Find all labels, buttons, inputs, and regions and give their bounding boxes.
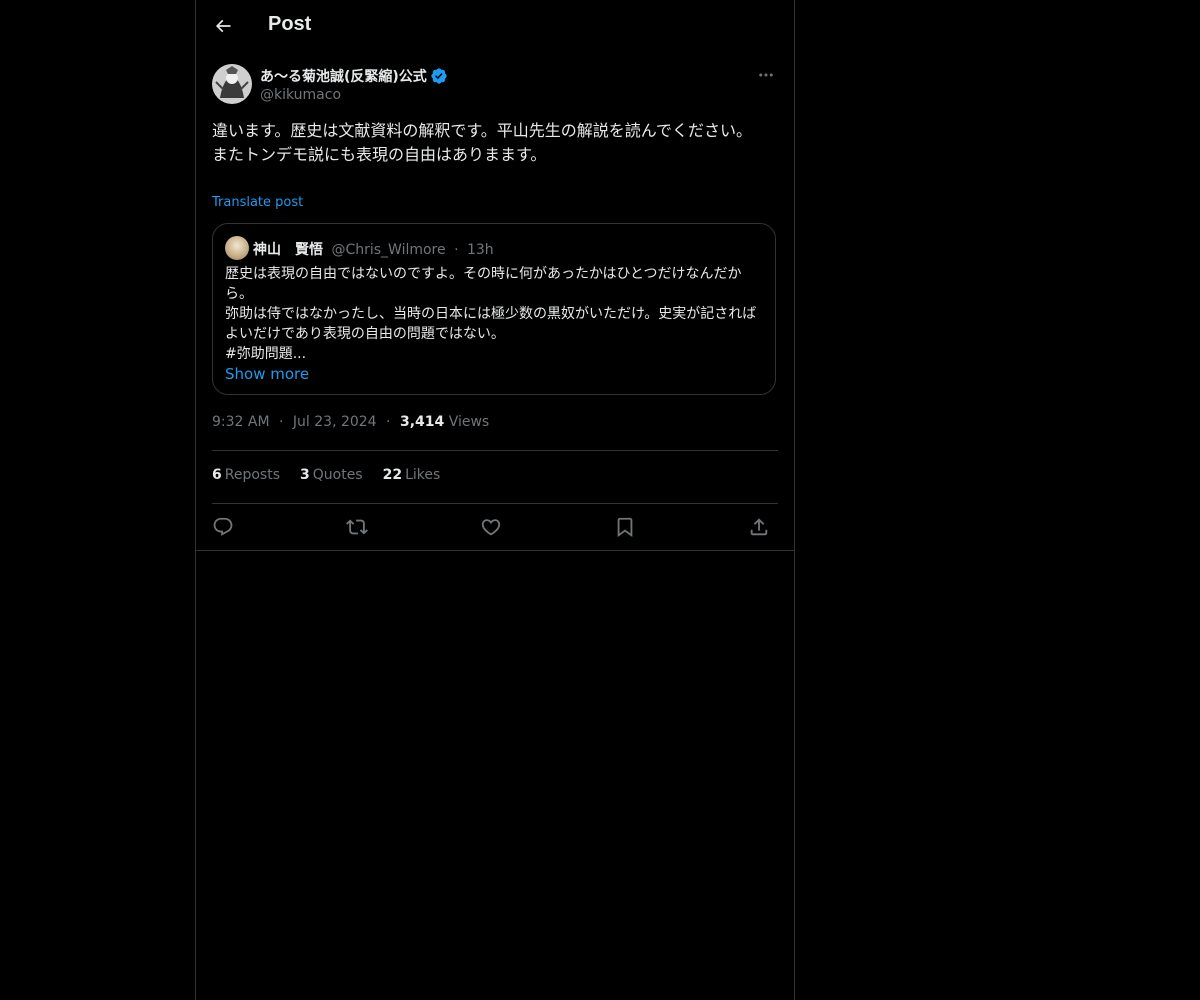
divider — [212, 450, 778, 451]
like-button[interactable] — [478, 514, 504, 540]
likes-count: 22 — [382, 467, 403, 483]
quote-header: 神山 賢悟 @Chris_Wilmore · 13h — [253, 239, 494, 259]
quote-author-name: 神山 賢悟 — [253, 242, 323, 258]
separator-dot: · — [454, 242, 459, 258]
reply-icon — [213, 517, 233, 536]
page-title: Post — [268, 13, 312, 35]
author-name[interactable]: あ〜る菊池誠(反緊縮)公式 — [260, 66, 448, 86]
quote-text-line: 歴史は表現の自由ではないのですよ。その時に何があったかはひとつだけなんだから。 — [225, 266, 742, 302]
show-more-link[interactable]: Show more — [225, 365, 309, 383]
views-label: Views — [448, 414, 490, 430]
reposts-stat[interactable]: 6 Reposts — [212, 467, 280, 483]
repost-button[interactable] — [344, 514, 370, 540]
main-column: Post あ〜る菊池誠(反緊縮)公式 @kikumaco 違います。歴史は文献資… — [195, 0, 795, 1000]
divider — [212, 503, 778, 504]
quote-avatar — [225, 236, 249, 260]
separator-dot: · — [279, 414, 284, 430]
quote-text-line: 弥助は侍ではなかったし、当時の日本には極少数の黒奴がいただけ。史実が記さればよい… — [225, 306, 757, 342]
page-header: Post — [196, 0, 794, 53]
quotes-count: 3 — [300, 467, 310, 483]
quote-author-handle: @Chris_Wilmore — [331, 242, 446, 258]
post-date[interactable]: Jul 23, 2024 — [293, 414, 377, 430]
views-count: 3,414 — [399, 414, 445, 430]
quoted-post[interactable]: 神山 賢悟 @Chris_Wilmore · 13h 歴史は表現の自由ではないの… — [212, 223, 776, 395]
post-text-line: またトンデモ説にも表現の自由はありまます。 — [212, 145, 547, 164]
share-icon — [750, 518, 768, 536]
post-time[interactable]: 9:32 AM — [212, 414, 270, 430]
quotes-stat[interactable]: 3 Quotes — [300, 467, 363, 483]
verified-badge-icon — [431, 68, 447, 84]
divider — [196, 550, 794, 551]
like-icon — [481, 519, 501, 536]
post-stats: 6 Reposts 3 Quotes 22 Likes — [212, 467, 460, 483]
post-author: あ〜る菊池誠(反緊縮)公式 @kikumaco — [212, 64, 778, 108]
separator-dot: · — [386, 414, 391, 430]
quote-text: 歴史は表現の自由ではないのですよ。その時に何があったかはひとつだけなんだから。 … — [225, 264, 765, 364]
more-icon — [759, 73, 773, 77]
bookmark-button[interactable] — [612, 514, 638, 540]
reposts-count: 6 — [212, 467, 222, 483]
post-text-line: 違います。歴史は文献資料の解釈です。平山先生の解説を読んでください。 — [212, 121, 753, 140]
reply-button[interactable] — [210, 514, 236, 540]
quote-text-line: #弥助問題... — [225, 346, 307, 362]
translate-post-link[interactable]: Translate post — [212, 195, 303, 210]
post-actions — [212, 514, 778, 540]
author-handle[interactable]: @kikumaco — [260, 87, 341, 103]
reposts-label: Reposts — [224, 467, 280, 483]
post-meta: 9:32 AM · Jul 23, 2024 · 3,414 Views — [212, 414, 489, 430]
bookmark-icon — [617, 517, 633, 538]
share-button[interactable] — [746, 514, 772, 540]
quotes-label: Quotes — [312, 467, 363, 483]
back-button[interactable] — [208, 11, 238, 41]
more-options-button[interactable] — [754, 64, 778, 86]
quote-timestamp: 13h — [466, 242, 494, 258]
likes-stat[interactable]: 22 Likes — [383, 467, 441, 483]
author-name-text[interactable]: あ〜る菊池誠(反緊縮)公式 — [260, 66, 427, 86]
likes-label: Likes — [405, 467, 441, 483]
repost-icon — [346, 519, 368, 535]
avatar[interactable] — [212, 64, 252, 104]
arrow-left-icon — [215, 19, 231, 33]
post-text: 違います。歴史は文献資料の解釈です。平山先生の解説を読んでください。 またトンデ… — [212, 119, 778, 167]
